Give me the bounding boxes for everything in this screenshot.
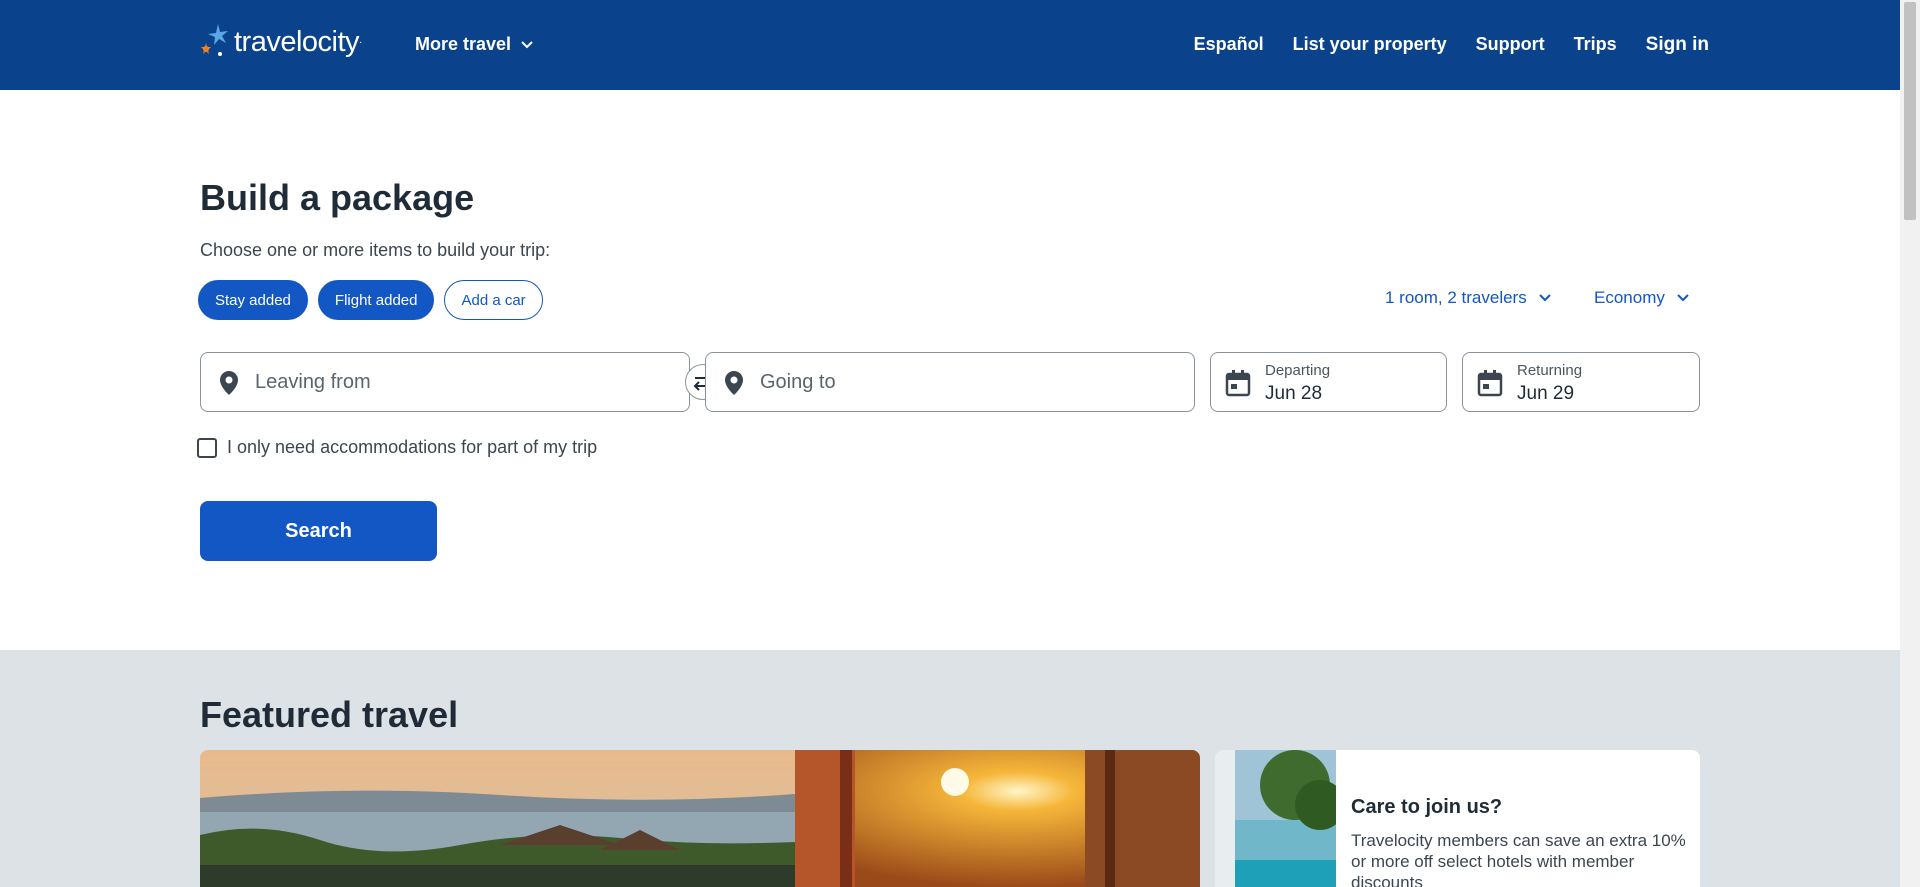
calendar-icon [1477, 370, 1503, 397]
leaving-from-placeholder: Leaving from [255, 371, 371, 393]
scrollbar-thumb[interactable] [1904, 2, 1916, 220]
going-to-field[interactable]: Going to [705, 352, 1195, 412]
travelocity-logo[interactable]: travelocity · [199, 22, 362, 62]
sign-in-link[interactable]: Sign in [1646, 34, 1709, 56]
going-to-placeholder: Going to [760, 371, 836, 393]
page-subtitle: Choose one or more items to build your t… [200, 240, 551, 260]
logo-text: travelocity [234, 25, 360, 58]
header-nav: Español List your property Support Trips… [1194, 34, 1709, 56]
add-car-chip[interactable]: Add a car [444, 280, 543, 320]
search-button[interactable]: Search [200, 501, 437, 561]
chevron-down-icon [1539, 294, 1551, 302]
featured-travel-section: Featured travel Care to join us? Travelo… [0, 650, 1900, 887]
promo-text: Travelocity members can save an extra 10… [1351, 831, 1686, 887]
featured-travel-title: Featured travel [200, 694, 459, 735]
promo-title: Care to join us? [1351, 796, 1503, 818]
language-link[interactable]: Español [1194, 34, 1264, 56]
cabin-class-selector[interactable]: Economy [1594, 288, 1689, 308]
partial-stay-option: I only need accommodations for part of m… [197, 437, 597, 458]
calendar-icon [1225, 370, 1251, 397]
list-property-link[interactable]: List your property [1293, 34, 1447, 56]
more-travel-label: More travel [415, 34, 512, 54]
promo-pool-image [1215, 750, 1336, 887]
partial-stay-checkbox[interactable] [197, 437, 217, 458]
chevron-down-icon [521, 40, 533, 48]
more-travel-menu[interactable]: More travel [415, 34, 533, 55]
leaving-from-field[interactable]: Leaving from [200, 352, 690, 412]
cabin-class-label: Economy [1594, 288, 1665, 307]
departing-date-field[interactable]: Departing Jun 28 [1210, 352, 1447, 412]
departing-value: Jun 28 [1265, 383, 1323, 404]
travelers-selector[interactable]: 1 room, 2 travelers [1385, 288, 1551, 308]
roaming-gnome-star-icon [201, 24, 228, 56]
trips-link[interactable]: Trips [1574, 34, 1617, 56]
logo-trademark: · [359, 36, 363, 48]
chevron-down-icon [1677, 294, 1689, 302]
location-pin-icon [725, 371, 743, 395]
returning-date-field[interactable]: Returning Jun 29 [1462, 352, 1700, 412]
departing-label: Departing [1265, 362, 1331, 379]
returning-label: Returning [1517, 362, 1583, 379]
page-title: Build a package [200, 177, 475, 218]
page-scrollbar[interactable] [1900, 0, 1920, 887]
package-chips: Stay added Flight added Add a car [198, 280, 543, 320]
support-link[interactable]: Support [1476, 34, 1545, 56]
stay-added-chip[interactable]: Stay added [198, 280, 308, 320]
flight-added-chip[interactable]: Flight added [317, 280, 435, 320]
location-pin-icon [220, 371, 238, 395]
partial-stay-label[interactable]: I only need accommodations for part of m… [227, 437, 597, 458]
featured-hero-image[interactable] [200, 750, 1200, 887]
returning-value: Jun 29 [1517, 383, 1575, 404]
travelers-label: 1 room, 2 travelers [1385, 288, 1527, 307]
member-promo-card[interactable]: Care to join us? Travelocity members can… [1215, 750, 1700, 887]
top-navigation-bar: travelocity · More travel Español List y… [0, 0, 1900, 90]
